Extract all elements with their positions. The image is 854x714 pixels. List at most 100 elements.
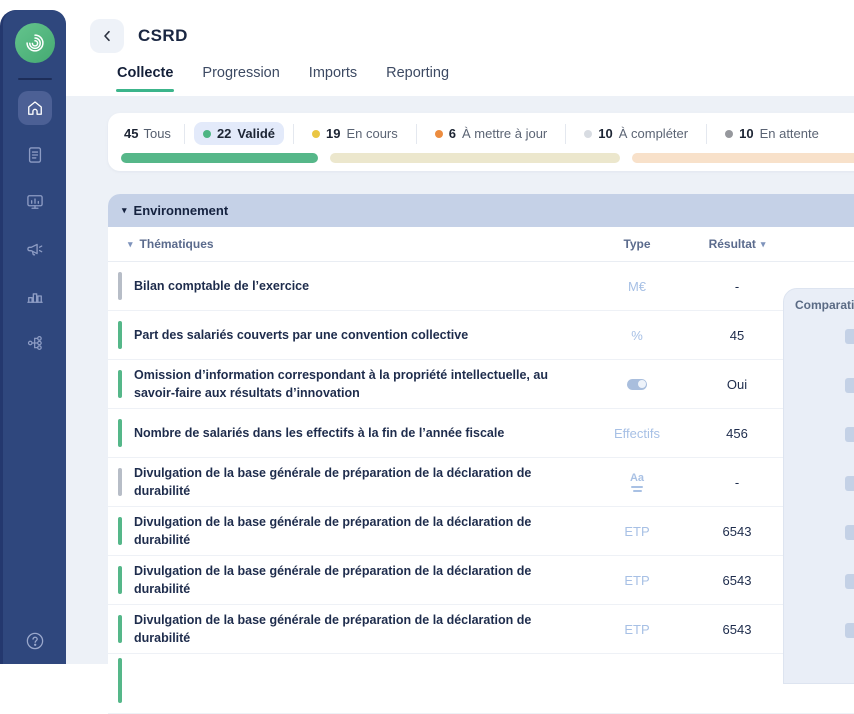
divider — [184, 124, 185, 144]
sidebar-item-announcements[interactable] — [18, 232, 52, 266]
table-row[interactable] — [108, 654, 854, 714]
thematique-label: Part des salariés couverts par une conve… — [108, 326, 592, 344]
result-cell: 456 — [682, 426, 792, 441]
column-header-resultat[interactable]: Résultat ▾ — [682, 237, 792, 251]
tab-reporting[interactable]: Reporting — [386, 65, 449, 96]
count-a-completer: 10 — [598, 126, 612, 141]
type-cell: ETP — [592, 622, 682, 637]
thematique-label: Divulgation de la base générale de prépa… — [108, 513, 592, 549]
sidebar-item-documents[interactable] — [18, 138, 52, 172]
app-logo — [15, 23, 55, 63]
label-tous: Tous — [143, 126, 170, 141]
result-cell: Oui — [682, 377, 792, 392]
status-dot-a-mettre-a-jour — [435, 130, 443, 138]
question-icon — [24, 630, 46, 652]
filter-a-mettre-a-jour[interactable]: 6 À mettre à jour — [426, 122, 557, 145]
section-title: Environnement — [134, 203, 229, 218]
column-header-type: Type — [592, 237, 682, 251]
thematique-label: Divulgation de la base générale de prépa… — [108, 611, 592, 647]
table-row[interactable]: Divulgation de la base générale de prépa… — [108, 458, 854, 507]
table-row[interactable]: Part des salariés couverts par une conve… — [108, 311, 854, 360]
result-cell: 6543 — [682, 524, 792, 539]
progress-bar — [121, 153, 854, 163]
divider — [565, 124, 566, 144]
table-body: Bilan comptable de l’exercice M€ - Part … — [108, 262, 854, 714]
help-button[interactable] — [18, 624, 52, 658]
type-cell — [592, 379, 682, 390]
filter-valide[interactable]: 22 Validé — [194, 122, 284, 145]
filter-en-attente[interactable]: 10 En attente — [716, 122, 828, 145]
sidebar — [0, 10, 66, 664]
label-a-mettre-a-jour: À mettre à jour — [462, 126, 547, 141]
table-row[interactable]: Divulgation de la base générale de prépa… — [108, 556, 854, 605]
tab-progression[interactable]: Progression — [202, 65, 279, 96]
sidebar-item-organization[interactable] — [18, 326, 52, 360]
home-icon — [25, 98, 45, 118]
sort-caret-icon: ▾ — [761, 240, 766, 249]
bar-chart-icon — [25, 286, 45, 306]
section-header-environnement[interactable]: ▾ Environnement — [108, 194, 854, 227]
tab-collecte[interactable]: Collecte — [117, 65, 173, 96]
filter-a-completer[interactable]: 10 À compléter — [575, 122, 697, 145]
comparatif-placeholder-block — [845, 476, 854, 491]
comparatif-placeholder-block — [845, 525, 854, 540]
collapse-caret-icon: ▾ — [128, 240, 133, 249]
type-cell: ETP — [592, 524, 682, 539]
status-indicator-bar — [118, 566, 122, 594]
sidebar-item-dashboard[interactable] — [18, 185, 52, 219]
result-cell: 45 — [682, 328, 792, 343]
table-row[interactable]: Divulgation de la base générale de prépa… — [108, 507, 854, 556]
thematique-label: Bilan comptable de l’exercice — [108, 277, 592, 295]
status-filter-row: 45 Tous 22 Validé 19 En cours — [108, 113, 854, 145]
count-valide: 22 — [217, 126, 231, 141]
sidebar-item-home[interactable] — [18, 91, 52, 125]
type-cell: M€ — [592, 279, 682, 294]
column-header-thematiques[interactable]: ▾ Thématiques — [108, 237, 592, 251]
table-row[interactable]: Omission d’information correspondant à l… — [108, 360, 854, 409]
status-indicator-bar — [118, 419, 122, 447]
tab-bar: Collecte Progression Imports Reporting — [117, 65, 449, 96]
sidebar-inner — [3, 10, 66, 664]
progress-segment-a-mettre-a-jour — [632, 153, 854, 163]
swirl-logo-icon — [22, 30, 48, 56]
tab-imports[interactable]: Imports — [309, 65, 357, 96]
status-dot-en-cours — [312, 130, 320, 138]
label-en-attente: En attente — [760, 126, 819, 141]
progress-segment-valide — [121, 153, 318, 163]
text-type-icon: Aa — [630, 473, 644, 492]
filter-en-cours[interactable]: 19 En cours — [303, 122, 407, 145]
type-cell: % — [592, 328, 682, 343]
table-header-row: ▾ Thématiques Type Résultat ▾ — [108, 227, 854, 262]
type-cell: Effectifs — [592, 426, 682, 441]
count-tous: 45 — [124, 126, 138, 141]
sidebar-item-analytics[interactable] — [18, 279, 52, 313]
thematique-label: Divulgation de la base générale de prépa… — [108, 562, 592, 598]
table-row[interactable]: Nombre de salariés dans les effectifs à … — [108, 409, 854, 458]
label-a-completer: À compléter — [619, 126, 688, 141]
divider — [706, 124, 707, 144]
org-chart-icon — [25, 333, 45, 353]
thematique-label: Nombre de salariés dans les effectifs à … — [108, 424, 592, 442]
table-row[interactable]: Bilan comptable de l’exercice M€ - — [108, 262, 854, 311]
comparatif-placeholder-block — [845, 574, 854, 589]
comparatif-placeholder-block — [845, 623, 854, 638]
table-row[interactable]: Divulgation de la base générale de prépa… — [108, 605, 854, 654]
thematique-label: Omission d’information correspondant à l… — [108, 366, 592, 402]
back-button[interactable] — [90, 19, 124, 53]
megaphone-icon — [25, 239, 45, 259]
collect-table-card: ▾ Environnement ▾ Thématiques Type Résul… — [108, 194, 854, 684]
filter-tous[interactable]: 45 Tous — [120, 122, 175, 145]
thematiques-header-label: Thématiques — [140, 237, 214, 251]
page-title: CSRD — [138, 26, 188, 46]
comparatif-placeholder-block — [845, 427, 854, 442]
resultat-header-label: Résultat — [709, 237, 756, 251]
divider — [293, 124, 294, 144]
status-indicator-bar — [118, 370, 122, 398]
status-indicator-bar — [118, 517, 122, 545]
comparatif-panel: Comparatif — [783, 288, 854, 684]
comparatif-title: Comparatif — [795, 298, 854, 312]
status-summary-card: 45 Tous 22 Validé 19 En cours — [108, 113, 854, 171]
page-header: CSRD Collecte Progression Imports Report… — [66, 0, 854, 96]
main-area: CSRD Collecte Progression Imports Report… — [66, 0, 854, 664]
status-indicator-bar — [118, 272, 122, 300]
